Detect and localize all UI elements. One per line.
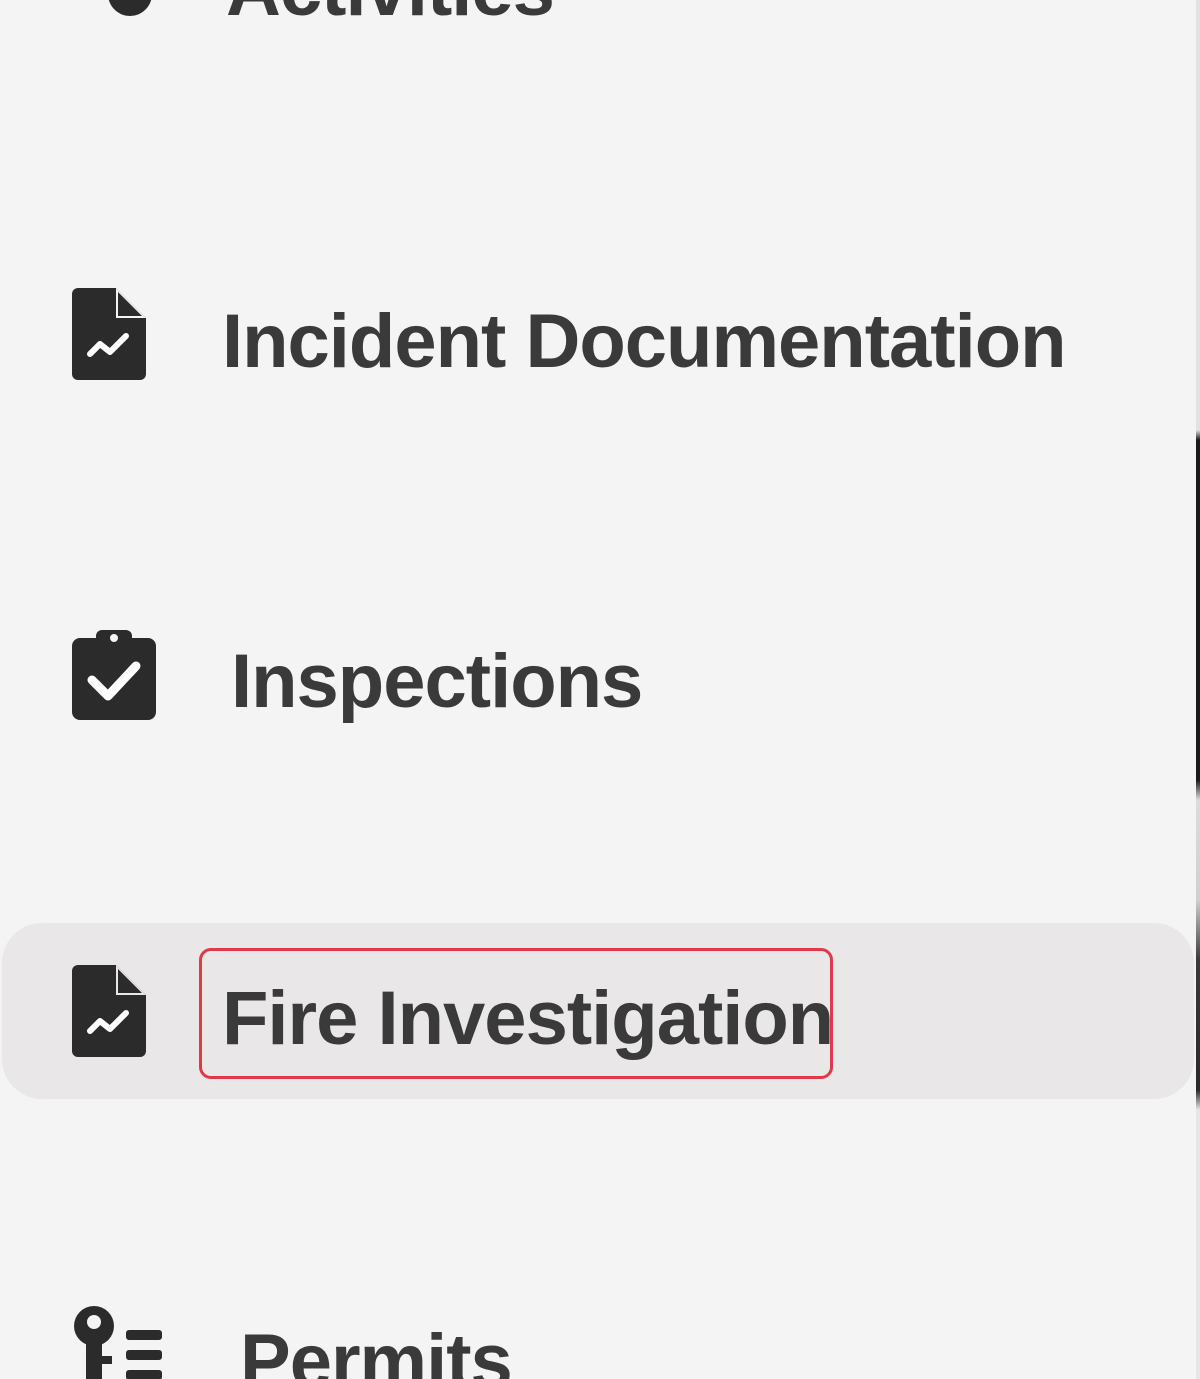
- activities-icon: [70, 0, 156, 35]
- scrollbar[interactable]: [1196, 0, 1200, 1379]
- sidebar-item-permits[interactable]: Permits: [0, 1290, 1196, 1379]
- sidebar-item-label: Permits: [240, 1319, 513, 1379]
- key-list-icon: [72, 1304, 168, 1379]
- sidebar-item-fire-investigation[interactable]: Fire Investigation: [2, 923, 1194, 1099]
- sidebar-item-activities[interactable]: Activities: [0, 0, 1196, 60]
- clipboard-check-icon: [72, 626, 158, 725]
- sidebar-item-label: Fire Investigation: [222, 976, 834, 1061]
- sidebar-item-label: Activities: [226, 0, 555, 28]
- sidebar-nav: Activities Incident Documentation Inspec…: [0, 0, 1196, 1379]
- sidebar-item-label: Inspections: [231, 639, 643, 724]
- file-chart-icon: [72, 965, 148, 1062]
- sidebar-item-incident-documentation[interactable]: Incident Documentation: [0, 270, 1196, 410]
- sidebar-item-label: Incident Documentation: [222, 299, 1067, 384]
- file-chart-icon: [72, 288, 148, 385]
- sidebar-item-inspections[interactable]: Inspections: [0, 610, 1196, 750]
